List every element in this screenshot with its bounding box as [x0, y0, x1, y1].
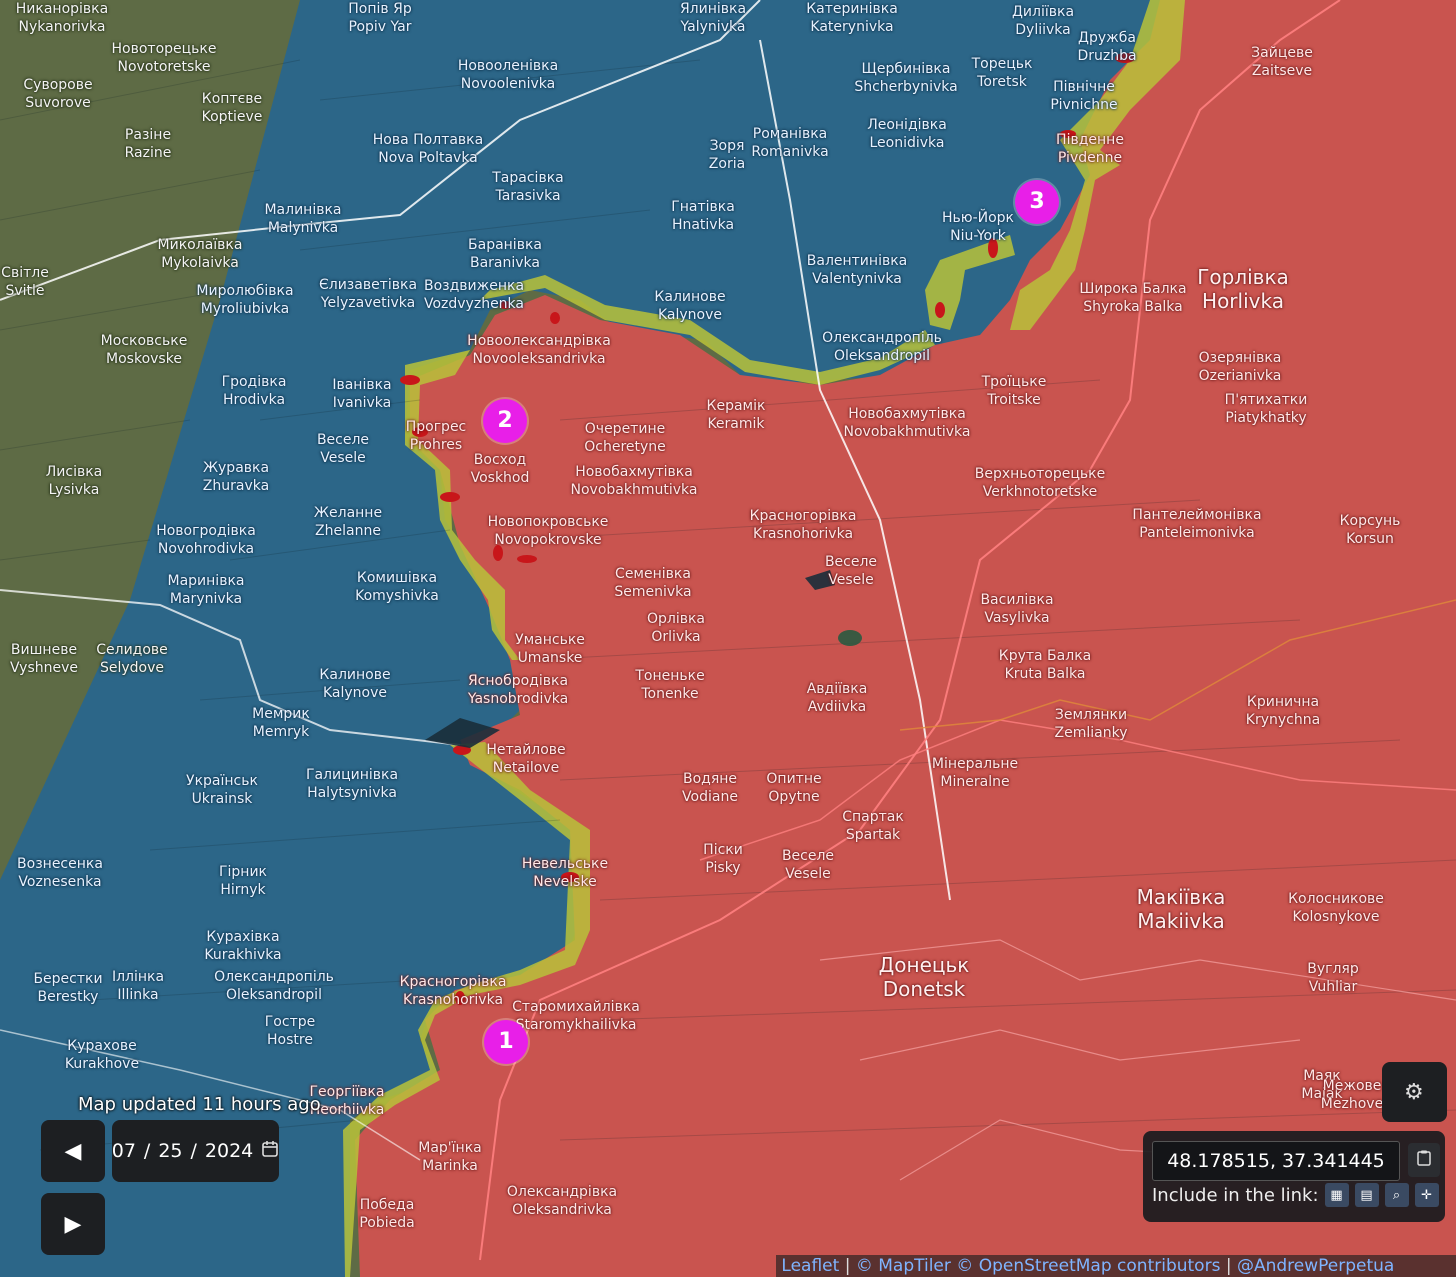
- include-date-toggle-icon[interactable]: ▦: [1324, 1183, 1349, 1207]
- map-attribution: Leaflet | © MapTiler © OpenStreetMap con…: [776, 1255, 1456, 1277]
- date-separator: /: [143, 1140, 151, 1162]
- include-in-link-row: Include in the link: ▦ ▤ ⌕ ✛: [1152, 1183, 1439, 1207]
- map-marker-3[interactable]: 3: [1015, 180, 1059, 224]
- play-button[interactable]: ▶: [41, 1193, 105, 1255]
- clipboard-icon: [1417, 1150, 1431, 1170]
- map-canvas[interactable]: [0, 0, 1456, 1277]
- author-link[interactable]: @AndrewPerpetua: [1237, 1256, 1394, 1276]
- previous-date-button[interactable]: ◀: [41, 1120, 105, 1182]
- leaflet-link[interactable]: Leaflet: [781, 1256, 839, 1276]
- coordinates-panel: 48.178515, 37.341445 Include in the link…: [1143, 1131, 1445, 1222]
- date-day[interactable]: 25: [158, 1140, 182, 1162]
- maptiler-link[interactable]: © MapTiler: [856, 1256, 951, 1276]
- date-year[interactable]: 2024: [205, 1140, 253, 1162]
- map-marker-1[interactable]: 1: [484, 1020, 528, 1064]
- gear-icon: ⚙: [1404, 1080, 1424, 1105]
- attribution-separator: |: [844, 1256, 851, 1276]
- play-icon: ▶: [64, 1211, 82, 1237]
- openstreetmap-link[interactable]: © OpenStreetMap contributors: [956, 1256, 1220, 1276]
- include-position-toggle-icon[interactable]: ✛: [1414, 1183, 1439, 1207]
- attribution-separator: |: [1225, 1256, 1232, 1276]
- date-separator: /: [190, 1140, 197, 1162]
- calendar-icon[interactable]: [261, 1140, 279, 1163]
- include-layer-toggle-icon[interactable]: ▤: [1354, 1183, 1379, 1207]
- include-in-link-label: Include in the link:: [1152, 1184, 1319, 1206]
- prev-arrow-icon: ◀: [64, 1138, 82, 1164]
- map-updated-text: Map updated 11 hours ago: [78, 1094, 321, 1115]
- map-marker-2[interactable]: 2: [483, 399, 527, 443]
- settings-panel-button[interactable]: ⚙: [1382, 1062, 1447, 1122]
- include-zoom-toggle-icon[interactable]: ⌕: [1384, 1183, 1409, 1207]
- copy-coordinates-button[interactable]: [1408, 1143, 1440, 1177]
- date-picker[interactable]: 07 / 25 / 2024: [112, 1120, 279, 1182]
- date-month[interactable]: 07: [112, 1140, 136, 1162]
- coordinates-field[interactable]: 48.178515, 37.341445: [1152, 1141, 1400, 1181]
